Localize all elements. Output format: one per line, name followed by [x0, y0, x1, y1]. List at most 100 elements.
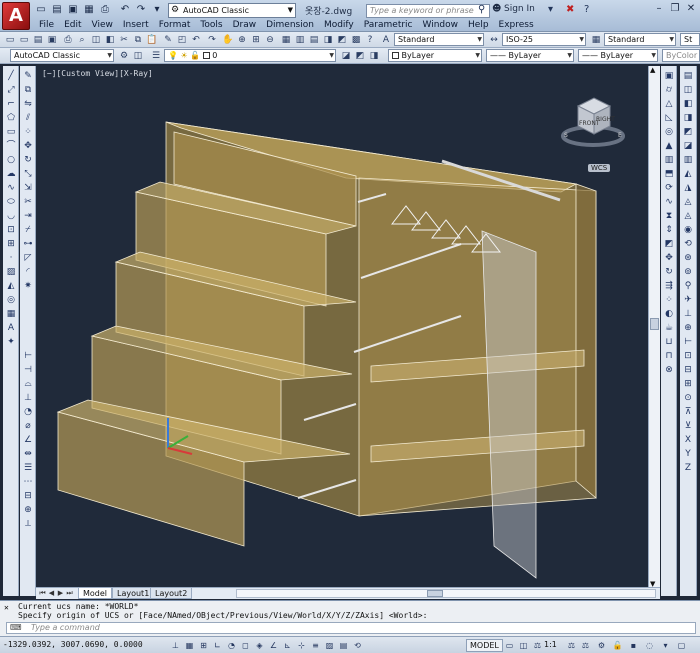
- scroll-up-icon[interactable]: ▲: [650, 66, 655, 74]
- 3d-move-icon[interactable]: ✥: [663, 252, 675, 264]
- world-ucs-icon[interactable]: ⊕: [682, 322, 694, 334]
- presspull-icon[interactable]: ⇕: [663, 224, 675, 236]
- ortho-icon[interactable]: ∟: [212, 640, 223, 651]
- region-icon[interactable]: ◎: [5, 294, 17, 306]
- workspace-dropdown[interactable]: ⚙ AutoCAD Classic ▼: [168, 3, 296, 18]
- arc-icon[interactable]: ⌒: [5, 140, 17, 152]
- minimize-button[interactable]: –: [652, 2, 666, 16]
- status-menu-icon[interactable]: ▾: [660, 640, 671, 651]
- point-icon[interactable]: ·: [5, 252, 17, 264]
- menu-help[interactable]: Help: [463, 18, 494, 32]
- menu-express[interactable]: Express: [494, 18, 539, 32]
- right-view-icon[interactable]: ◩: [682, 126, 694, 138]
- stretch-icon[interactable]: ⇲: [22, 182, 34, 194]
- close-icon[interactable]: ✕: [4, 603, 9, 612]
- move-icon[interactable]: ✥: [22, 140, 34, 152]
- dim-style-dropdown[interactable]: ISO-25 ▼: [502, 33, 586, 46]
- undo-icon[interactable]: ↶: [190, 34, 202, 46]
- copy-icon[interactable]: ⧉: [132, 34, 144, 46]
- save-icon[interactable]: ▣: [66, 3, 80, 17]
- open-icon[interactable]: ▤: [32, 34, 44, 46]
- circle-icon[interactable]: ○: [5, 154, 17, 166]
- properties-icon[interactable]: ▦: [280, 34, 292, 46]
- plotstyle-dropdown[interactable]: ByColor: [662, 49, 700, 62]
- tab-layout2[interactable]: Layout2: [150, 588, 193, 599]
- help-icon[interactable]: ?: [364, 34, 376, 46]
- binoculars-icon[interactable]: ⚲: [478, 4, 485, 15]
- qnew-icon[interactable]: ▭: [18, 34, 30, 46]
- sheet-set-icon[interactable]: ◨: [322, 34, 334, 46]
- tolerance-icon[interactable]: ⊟: [22, 490, 34, 502]
- polyline-icon[interactable]: ⌐: [5, 98, 17, 110]
- osnap-icon[interactable]: ◻: [240, 640, 251, 651]
- isolate-objects-icon[interactable]: ◌: [644, 640, 655, 651]
- redo-icon[interactable]: ↷: [134, 3, 148, 17]
- dimension-arc-icon[interactable]: ⌓: [22, 378, 34, 390]
- transparency-icon[interactable]: ▨: [324, 640, 335, 651]
- zoom-previous-icon[interactable]: ⊖: [264, 34, 276, 46]
- ucs-origin-icon[interactable]: ⊙: [682, 392, 694, 404]
- add-selected-icon[interactable]: ✦: [5, 336, 17, 348]
- subtract-icon[interactable]: ⊓: [663, 350, 675, 362]
- dropdown-icon[interactable]: ▾: [548, 4, 553, 15]
- cut-icon[interactable]: ✂: [118, 34, 130, 46]
- revolve-icon[interactable]: ⟳: [663, 182, 675, 194]
- polygon-icon[interactable]: ⬠: [5, 112, 17, 124]
- dimension-aligned-icon[interactable]: ⊣: [22, 364, 34, 376]
- polysolid-icon[interactable]: ▥: [663, 154, 675, 166]
- workspace-combo[interactable]: AutoCAD Classic ▼: [10, 49, 114, 62]
- gear-icon[interactable]: ⚙: [118, 50, 130, 62]
- spline-icon[interactable]: ∿: [5, 182, 17, 194]
- insert-block-icon[interactable]: ⊡: [5, 224, 17, 236]
- layer-manager-icon[interactable]: ☰: [150, 50, 162, 62]
- wedge-icon[interactable]: ◺: [663, 112, 675, 124]
- exchange-icon[interactable]: ✖: [566, 4, 574, 15]
- continuous-orbit-icon[interactable]: ⊚: [682, 266, 694, 278]
- menu-window[interactable]: Window: [418, 18, 464, 32]
- layer-previous-icon[interactable]: ◩: [354, 50, 366, 62]
- ucs-zaxis-icon[interactable]: ⊼: [682, 406, 694, 418]
- dyn-icon[interactable]: ⊹: [296, 640, 307, 651]
- pan-icon[interactable]: ✋: [222, 34, 234, 46]
- close-button[interactable]: ✕: [684, 2, 698, 16]
- nw-iso-icon[interactable]: ◬: [682, 210, 694, 222]
- slice-icon[interactable]: ◩: [663, 238, 675, 250]
- paste-icon[interactable]: 📋: [146, 34, 158, 46]
- drawing-area[interactable]: [−][Custom View][X-Ray] FRONT RIGHT S E …: [36, 66, 660, 588]
- previous-tab-icon[interactable]: ◀: [47, 588, 56, 599]
- preview-icon[interactable]: ⌕: [76, 34, 88, 46]
- toolbar-lock-icon[interactable]: 🔓: [612, 640, 623, 651]
- menu-insert[interactable]: Insert: [118, 18, 154, 32]
- baseline-icon[interactable]: ☰: [22, 462, 34, 474]
- wcs-menu-button[interactable]: WCS: [588, 164, 611, 172]
- compass-e-label[interactable]: E: [618, 132, 622, 139]
- mirror-icon[interactable]: ⇋: [22, 98, 34, 110]
- menu-view[interactable]: View: [87, 18, 118, 32]
- array-icon[interactable]: ⁘: [22, 126, 34, 138]
- linetype-dropdown[interactable]: —— ByLayer ▼: [486, 49, 574, 62]
- ellipse-arc-icon[interactable]: ◡: [5, 210, 17, 222]
- walk-icon[interactable]: ⚲: [682, 280, 694, 292]
- box-icon[interactable]: ▣: [663, 70, 675, 82]
- orbit-icon[interactable]: ⟲: [682, 238, 694, 250]
- coordinates-readout[interactable]: -1329.0392, 3007.0690, 0.0000: [3, 640, 143, 649]
- match-properties-icon[interactable]: ✎: [162, 34, 174, 46]
- command-input[interactable]: ⌨ Type a command: [6, 622, 696, 634]
- 3d-array-icon[interactable]: ⁘: [663, 294, 675, 306]
- trim-icon[interactable]: ✂: [22, 196, 34, 208]
- loft-icon[interactable]: ⧗: [663, 210, 675, 222]
- fillet-icon[interactable]: ◜: [22, 266, 34, 278]
- sign-in-button[interactable]: ☻ Sign In: [490, 4, 535, 14]
- ellipse-icon[interactable]: ⬭: [5, 196, 17, 208]
- menu-file[interactable]: File: [34, 18, 59, 32]
- ucs-z-icon[interactable]: Z: [682, 462, 694, 474]
- menu-format[interactable]: Format: [154, 18, 196, 32]
- ucs-icon[interactable]: ⊥: [682, 308, 694, 320]
- next-tab-icon[interactable]: ▶: [56, 588, 65, 599]
- menu-dimension[interactable]: Dimension: [261, 18, 319, 32]
- horizontal-scrollbar[interactable]: [236, 589, 656, 598]
- break-icon[interactable]: ⌿: [22, 224, 34, 236]
- visual-style-icon[interactable]: ◐: [663, 308, 675, 320]
- dimension-diameter-icon[interactable]: ⌀: [22, 420, 34, 432]
- ucs-previous-icon[interactable]: ⊢: [682, 336, 694, 348]
